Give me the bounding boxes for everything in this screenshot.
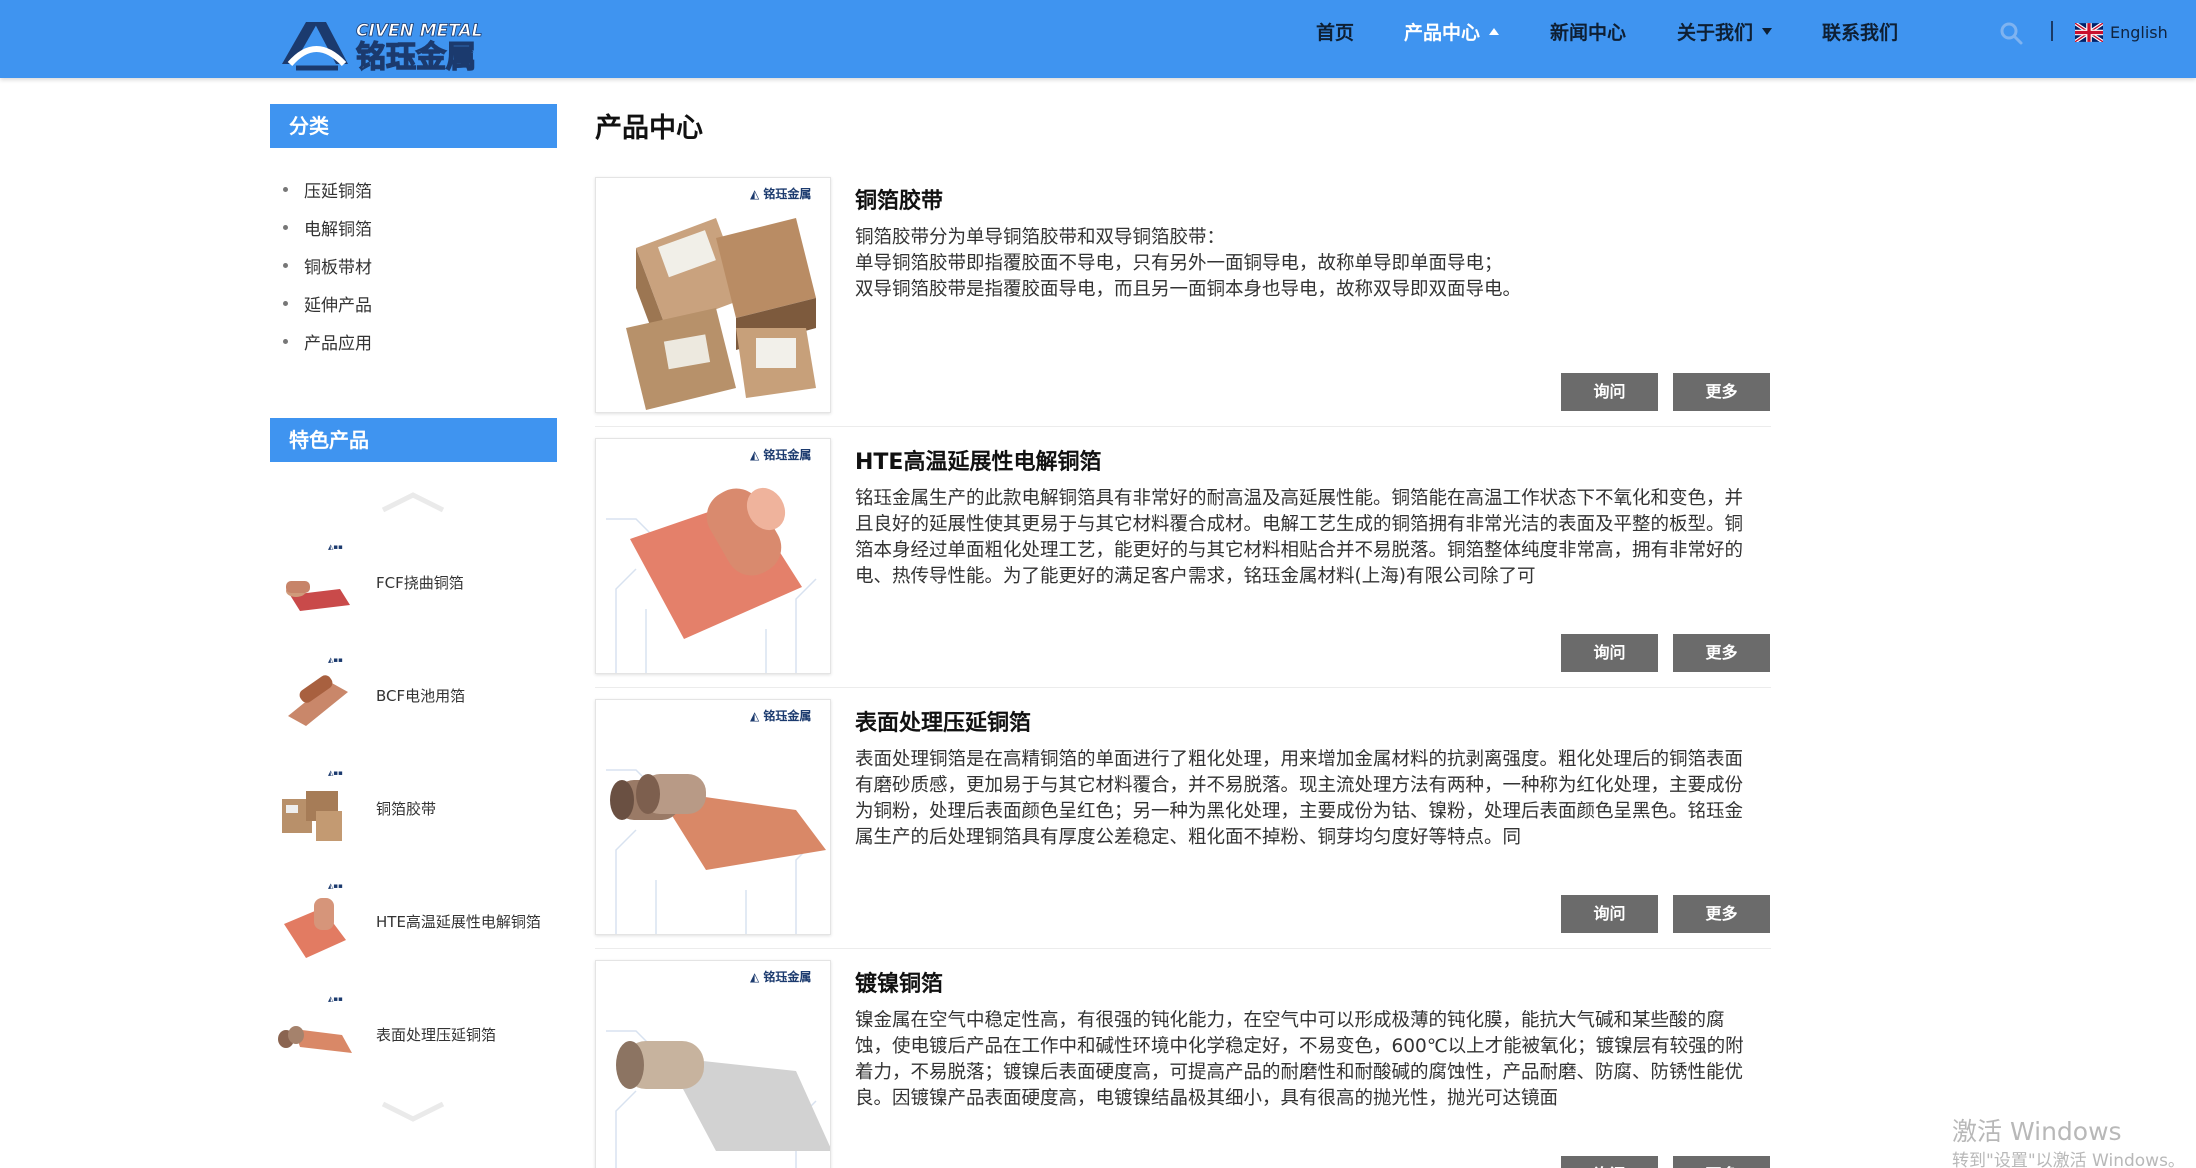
category-item[interactable]: 产品应用 [270,322,557,360]
product-title[interactable]: 表面处理压延铜箔 [855,705,1031,737]
featured-label: BCF电池用箔 [376,686,466,705]
nav-news[interactable]: 新闻中心 [1550,0,1626,62]
more-button[interactable]: 更多 [1673,1156,1770,1168]
svg-text:◭ 铭珏金属: ◭ 铭珏金属 [750,447,811,462]
inquiry-button[interactable]: 询问 [1561,634,1658,672]
svg-text:◭ 铭珏金属: ◭ 铭珏金属 [750,186,811,201]
svg-text:CIVEN METAL: CIVEN METAL [356,21,483,41]
more-button[interactable]: 更多 [1673,895,1770,933]
featured-item[interactable]: ◭▪▪ BCF电池用箔 [270,647,557,743]
svg-text:◭▪▪: ◭▪▪ [328,656,343,664]
nav-home[interactable]: 首页 [1316,0,1354,62]
nav-contact[interactable]: 联系我们 [1822,0,1898,62]
featured-label: 铜箔胶带 [376,799,437,818]
nav-label: 产品中心 [1404,21,1481,44]
product-image[interactable]: ◭ 铭珏金属 [595,177,831,413]
category-item[interactable]: 压延铜箔 [270,170,557,208]
svg-text:铭珏金属: 铭珏金属 [356,40,476,72]
nav-products[interactable]: 产品中心 [1404,0,1500,62]
more-button[interactable]: 更多 [1673,373,1770,411]
featured-label: 表面处理压延铜箔 [376,1025,497,1044]
bullet-icon [283,186,288,192]
category-label: 延伸产品 [304,295,372,316]
nav-divider [2051,21,2053,41]
category-item[interactable]: 铜板带材 [270,246,557,284]
product-image[interactable]: ◭ 铭珏金属 [595,699,831,935]
featured-thumbnail: ◭▪▪ [270,991,356,1077]
featured-thumbnail: ◭▪▪ [270,652,356,738]
nav-about[interactable]: 关于我们 [1677,0,1773,62]
featured-thumbnail: ◭▪▪ [270,539,356,625]
uk-flag-icon [2075,22,2103,42]
featured-heading: 特色产品 [270,418,557,462]
product-title[interactable]: 镀镍铜箔 [855,966,943,998]
language-switch[interactable]: English [2075,20,2168,44]
category-item[interactable]: 延伸产品 [270,284,557,322]
caret-up-icon [1489,27,1500,35]
svg-text:◭▪▪: ◭▪▪ [328,995,343,1003]
category-list: 压延铜箔 电解铜箔 铜板带材 延伸产品 产品应用 [270,170,557,360]
bullet-icon [283,338,288,344]
featured-item[interactable]: ◭▪▪ 表面处理压延铜箔 [270,986,557,1082]
page-title: 产品中心 [595,113,703,144]
featured-item[interactable]: ◭▪▪ HTE高温延展性电解铜箔 [270,873,557,969]
product-description: 铭珏金属生产的此款电解铜箔具有非常好的耐高温及高延展性能。铜箔能在高温工作状态下… [855,488,1744,587]
product-image[interactable]: ◭ 铭珏金属 [595,960,831,1168]
svg-text:◭▪▪: ◭▪▪ [328,769,343,777]
inquiry-button[interactable]: 询问 [1561,895,1658,933]
featured-thumbnail: ◭▪▪ [270,765,356,851]
featured-label: FCF挠曲铜箔 [376,573,464,592]
nav-label: 关于我们 [1677,21,1754,44]
copper-tape-boxes-image: ◭ 铭珏金属 [596,178,830,412]
bullet-icon [283,262,288,268]
product-card: ◭ 铭珏金属 表面处理压延铜箔 表面处理铜箔是在高精铜箔的单面进行了粗化处理，用… [595,699,1771,949]
nav-label: 联系我们 [1822,21,1899,44]
nav-label: 新闻中心 [1550,21,1627,44]
featured-label: HTE高温延展性电解铜箔 [376,912,541,931]
product-description: 铜箔胶带分为单导铜箔胶带和双导铜箔胶带： 单导铜箔胶带即指覆胶面不导电，只有另外… [855,227,1522,300]
featured-item[interactable]: ◭▪▪ FCF挠曲铜箔 [270,534,557,630]
svg-text:◭ 铭珏金属: ◭ 铭珏金属 [750,969,811,984]
category-label: 电解铜箔 [304,219,372,240]
svg-text:◭▪▪: ◭▪▪ [328,543,343,551]
category-label: 压延铜箔 [304,181,372,202]
caret-down-icon [1762,27,1773,35]
svg-text:◭ 铭珏金属: ◭ 铭珏金属 [750,708,811,723]
category-item[interactable]: 电解铜箔 [270,208,557,246]
product-card: ◭ 铭珏金属 HTE高温延展性电解铜箔 铭珏金属生产的此款电解铜箔具有非常好的耐… [595,438,1771,688]
hte-copper-foil-image: ◭ 铭珏金属 [596,439,830,673]
more-button[interactable]: 更多 [1673,634,1770,672]
category-heading: 分类 [270,104,557,148]
chevron-up-icon[interactable] [378,490,448,514]
product-card: ◭ 铭珏金属 镀镍铜箔 镍金属在空气中稳定性高，有很强的钝化能力，在空气中可以形… [595,960,1771,1168]
featured-thumbnail: ◭▪▪ [270,878,356,964]
search-icon[interactable] [1997,19,2027,49]
bullet-icon [283,224,288,230]
product-description: 表面处理铜箔是在高精铜箔的单面进行了粗化处理，用来增加金属材料的抗剥离强度。粗化… [855,749,1744,848]
product-card: ◭ 铭珏金属 铜箔胶带 铜箔胶带分为单导铜箔胶带和双导铜箔胶带： 单导铜箔胶带即… [595,177,1771,427]
category-label: 产品应用 [304,333,372,354]
product-image[interactable]: ◭ 铭珏金属 [595,438,831,674]
inquiry-button[interactable]: 询问 [1561,373,1658,411]
featured-item[interactable]: ◭▪▪ 铜箔胶带 [270,760,557,856]
svg-text:◭▪▪: ◭▪▪ [328,882,343,890]
civen-metal-logo[interactable]: CIVEN METAL 铭珏金属 [278,12,538,72]
activation-watermark-title: 激活 Windows [1952,1117,2122,1146]
activation-watermark-subtitle: 转到"设置"以激活 Windows。 [1952,1151,2185,1168]
treated-rolled-foil-image: ◭ 铭珏金属 [596,700,830,934]
nickel-plated-foil-image: ◭ 铭珏金属 [596,961,830,1168]
inquiry-button[interactable]: 询问 [1561,1156,1658,1168]
product-title[interactable]: HTE高温延展性电解铜箔 [855,444,1101,476]
chevron-down-icon[interactable] [378,1100,448,1124]
product-title[interactable]: 铜箔胶带 [855,183,943,215]
category-label: 铜板带材 [304,257,372,278]
nav-label: 首页 [1316,21,1355,44]
top-header: CIVEN METAL 铭珏金属 首页 产品中心 新闻中心 关于我们 联系我们 … [0,0,2196,78]
language-label: English [2110,22,2168,42]
product-description: 镍金属在空气中稳定性高，有很强的钝化能力，在空气中可以形成极薄的钝化膜，能抗大气… [855,1010,1744,1109]
bullet-icon [283,300,288,306]
